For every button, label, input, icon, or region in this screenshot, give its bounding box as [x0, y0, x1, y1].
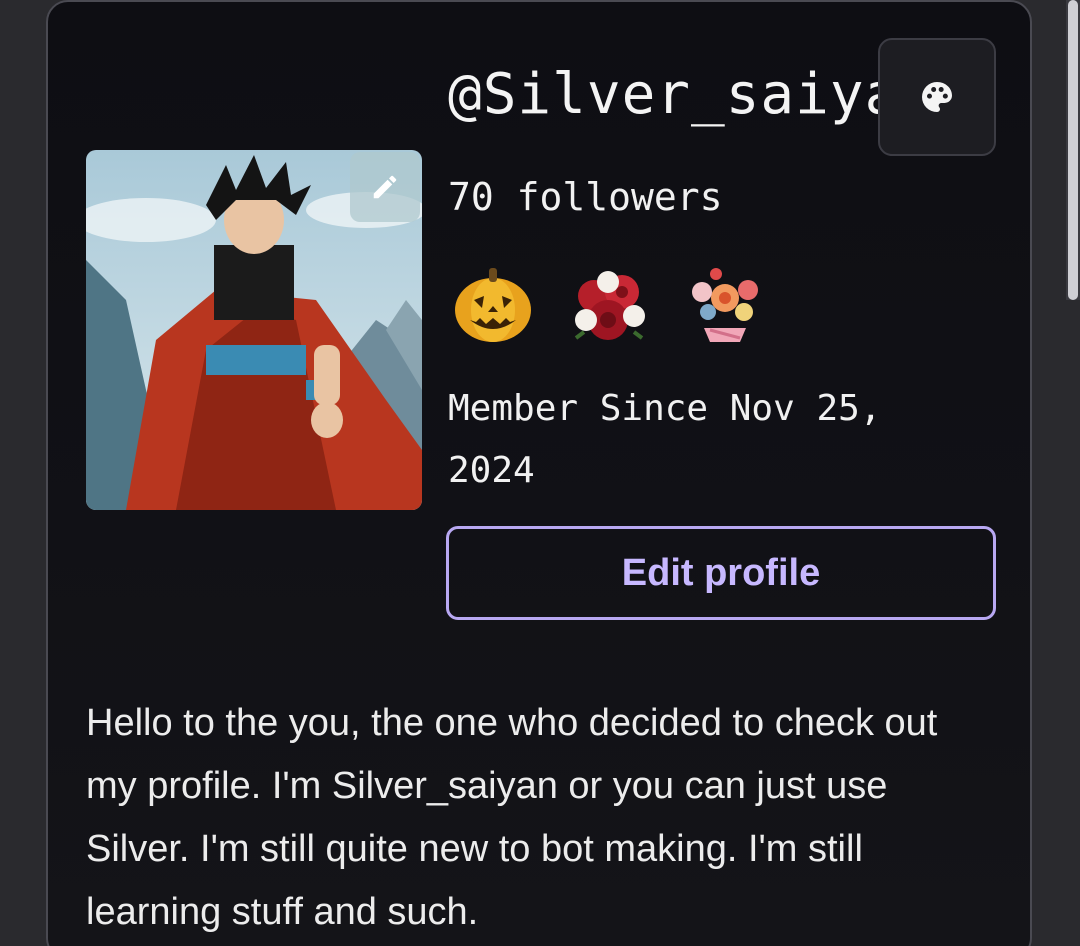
- profile-username: @Silver_saiyan: [448, 62, 878, 127]
- jack-o-lantern-icon[interactable]: [448, 258, 538, 348]
- flower-bouquet-icon[interactable]: [680, 258, 770, 348]
- profile-card: @Silver_saiyan: [46, 0, 1032, 946]
- profile-bio: Hello to the you, the one who decided to…: [86, 702, 938, 933]
- scrollbar[interactable]: [1066, 0, 1080, 300]
- edit-avatar-button[interactable]: [350, 152, 420, 222]
- roses-bouquet-icon[interactable]: [564, 258, 654, 348]
- member-since: Member Since Nov 25, 2024: [448, 388, 882, 491]
- theme-palette-button[interactable]: [878, 38, 996, 156]
- edit-profile-button[interactable]: Edit profile: [446, 526, 996, 620]
- badges-row: [448, 258, 770, 348]
- palette-icon: [922, 82, 952, 112]
- profile-page: @Silver_saiyan: [0, 0, 1080, 946]
- pencil-icon: [373, 175, 397, 199]
- scrollbar-thumb[interactable]: [1068, 0, 1078, 300]
- followers-count[interactable]: 70 followers: [448, 172, 723, 222]
